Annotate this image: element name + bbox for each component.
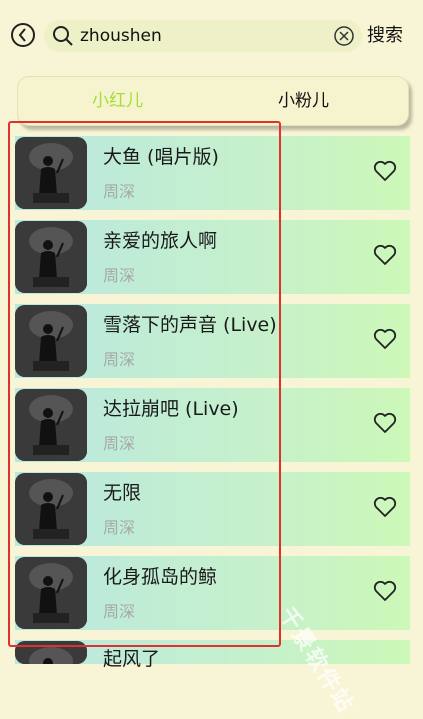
singer-silhouette-icon <box>15 389 87 461</box>
list-item[interactable]: 大鱼 (唱片版) 周深 <box>15 136 410 210</box>
album-cover <box>15 557 87 629</box>
search-box[interactable] <box>44 20 362 52</box>
list-item[interactable]: 雪落下的声音 (Live) 周深 <box>15 304 410 378</box>
search-icon <box>53 26 73 46</box>
tab-bar: 小红儿 小粉儿 <box>17 76 409 126</box>
song-artist: 周深 <box>103 434 136 453</box>
heart-icon[interactable] <box>373 244 397 266</box>
tab-xiaohonger[interactable]: 小红儿 <box>92 89 143 113</box>
list-item[interactable]: 起风了 <box>15 640 410 670</box>
song-title: 亲爱的旅人啊 <box>103 230 218 252</box>
heart-icon[interactable] <box>373 580 397 602</box>
singer-silhouette-icon <box>15 473 87 545</box>
search-input[interactable] <box>80 24 340 48</box>
top-bar: 搜索 <box>0 0 423 72</box>
heart-icon[interactable] <box>373 412 397 434</box>
list-item[interactable]: 亲爱的旅人啊 周深 <box>15 220 410 294</box>
song-artist: 周深 <box>103 182 136 201</box>
album-cover <box>15 641 87 664</box>
search-button[interactable]: 搜索 <box>367 24 403 48</box>
singer-silhouette-icon <box>15 221 87 293</box>
album-cover <box>15 473 87 545</box>
list-item[interactable]: 化身孤岛的鲸 周深 <box>15 556 410 630</box>
song-title: 无限 <box>103 482 142 504</box>
heart-icon[interactable] <box>373 160 397 182</box>
song-artist: 周深 <box>103 602 136 621</box>
back-button[interactable] <box>11 23 35 47</box>
song-title: 大鱼 (唱片版) <box>103 146 219 168</box>
song-title: 起风了 <box>103 648 161 670</box>
album-cover <box>15 305 87 377</box>
album-cover <box>15 389 87 461</box>
singer-silhouette-icon <box>15 641 87 664</box>
singer-silhouette-icon <box>15 305 87 377</box>
song-title: 雪落下的声音 (Live) <box>103 314 277 336</box>
song-title: 化身孤岛的鲸 <box>103 566 218 588</box>
album-cover <box>15 137 87 209</box>
list-item[interactable]: 无限 周深 <box>15 472 410 546</box>
chevron-left-icon <box>18 28 26 42</box>
song-title: 达拉崩吧 (Live) <box>103 398 239 420</box>
album-cover <box>15 221 87 293</box>
clear-icon[interactable] <box>334 26 354 46</box>
song-artist: 周深 <box>103 266 136 285</box>
list-item[interactable]: 达拉崩吧 (Live) 周深 <box>15 388 410 462</box>
tab-xiaofener[interactable]: 小粉儿 <box>278 89 329 113</box>
song-artist: 周深 <box>103 518 136 537</box>
heart-icon[interactable] <box>373 496 397 518</box>
singer-silhouette-icon <box>15 557 87 629</box>
heart-icon[interactable] <box>373 328 397 350</box>
singer-silhouette-icon <box>15 137 87 209</box>
song-artist: 周深 <box>103 350 136 369</box>
